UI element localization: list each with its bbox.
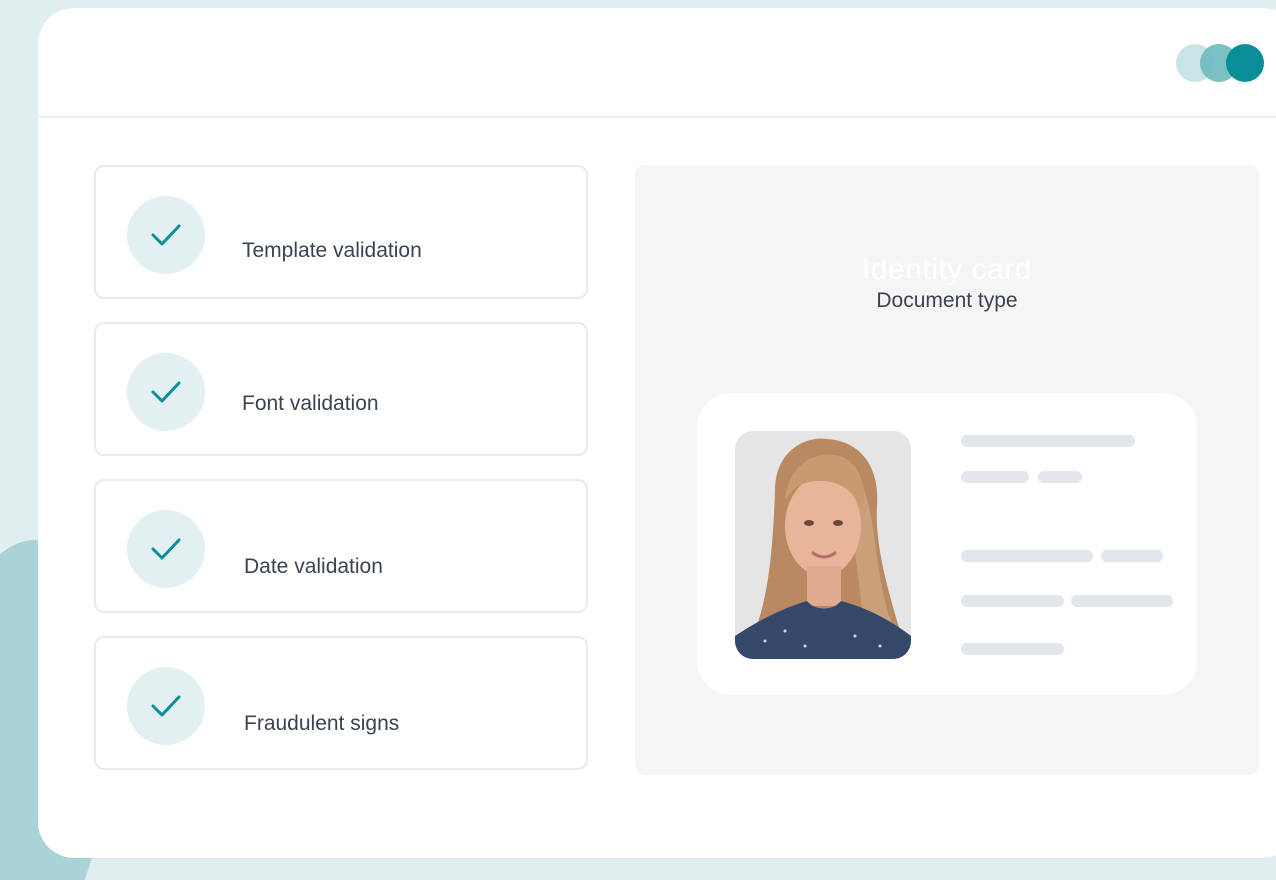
check-label: Date validation: [244, 555, 383, 578]
check-card-template: Template validation: [94, 165, 588, 299]
check-icon: [127, 667, 205, 745]
check-label: Font validation: [242, 392, 379, 415]
placeholder-line: [961, 643, 1064, 655]
id-card-preview: [697, 393, 1197, 695]
check-label: Fraudulent signs: [244, 712, 400, 735]
portrait-image: [735, 431, 911, 659]
placeholder-line: [961, 595, 1064, 607]
placeholder-line: [1101, 550, 1163, 562]
check-label: Template validation: [242, 239, 422, 262]
document-title: Identity card: [862, 253, 1032, 286]
window-dots: [1176, 44, 1266, 82]
app-window: Template validation Font validation Date…: [38, 8, 1276, 858]
check-card-date: Date validation: [94, 479, 588, 613]
placeholder-line: [961, 471, 1029, 483]
check-mark-icon: [151, 538, 181, 560]
check-icon: [127, 353, 205, 431]
check-icon: [127, 510, 205, 588]
check-mark-icon: [151, 381, 181, 403]
placeholder-line: [961, 550, 1093, 562]
placeholder-line: [961, 435, 1135, 447]
placeholder-line: [1038, 471, 1082, 483]
document-panel: Identity card Document type: [635, 165, 1259, 775]
check-mark-icon: [151, 224, 181, 246]
header-divider: [38, 116, 1276, 118]
check-card-fraud: Fraudulent signs: [94, 636, 588, 770]
check-card-font: Font validation: [94, 322, 588, 456]
portrait-photo: [735, 431, 911, 659]
placeholder-line: [1071, 595, 1173, 607]
document-type-label: Document type: [876, 289, 1018, 312]
check-mark-icon: [151, 695, 181, 717]
window-dot-dark: [1226, 44, 1264, 82]
check-icon: [127, 196, 205, 274]
